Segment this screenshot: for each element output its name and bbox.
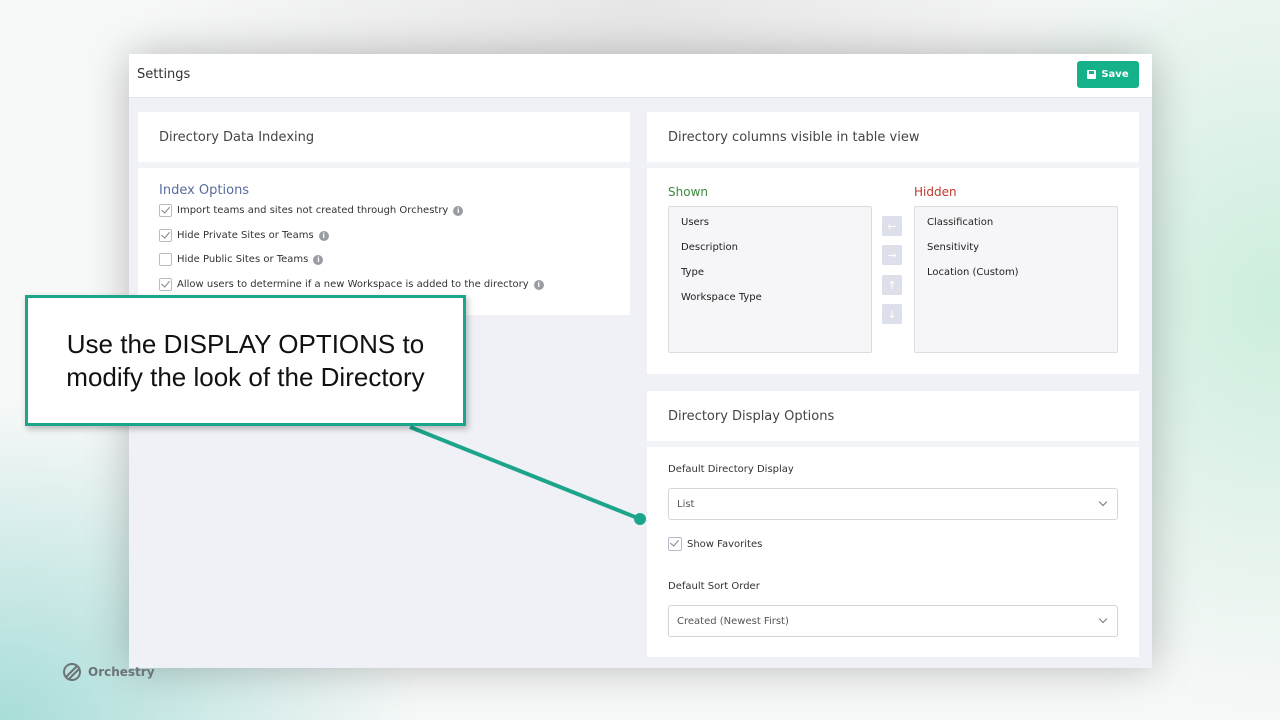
connector-line	[409, 425, 641, 521]
callout-line-2: modify the look of the Directory	[66, 361, 425, 392]
connector-dot	[634, 513, 646, 525]
callout-line-1: Use the DISPLAY OPTIONS to	[66, 328, 425, 359]
brand-name: Orchestry	[88, 665, 155, 679]
orchestry-logo: Orchestry	[62, 662, 155, 682]
orchestry-logo-icon	[63, 663, 81, 681]
annotation-callout: Use the DISPLAY OPTIONS to modify the lo…	[25, 295, 466, 426]
